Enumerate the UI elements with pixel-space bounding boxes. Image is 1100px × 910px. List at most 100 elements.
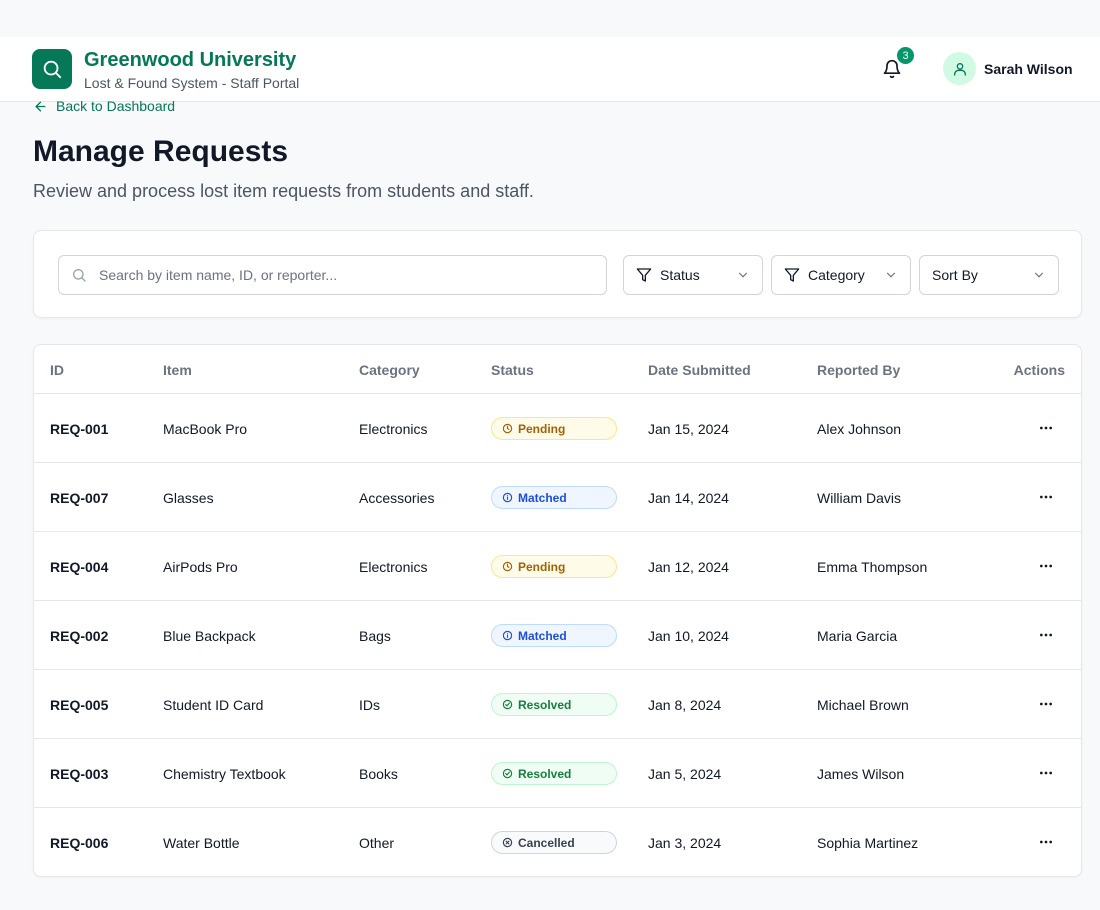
row-actions-button[interactable]	[1034, 692, 1058, 716]
request-id: REQ-004	[50, 559, 109, 575]
requests-table: ID Item Category Status Date Submitted R…	[33, 344, 1082, 877]
search-input[interactable]	[99, 267, 579, 283]
status-badge: Matched	[491, 486, 617, 509]
item-name: Glasses	[163, 490, 214, 506]
chevron-down-icon	[1034, 272, 1044, 278]
status-badge: Resolved	[491, 693, 617, 716]
check-circle-icon	[502, 768, 513, 779]
table-row[interactable]: REQ-006 Water Bottle Other Cancelled Jan 3, …	[34, 808, 1081, 876]
reported-by: James Wilson	[817, 766, 905, 782]
status-filter-dropdown[interactable]: Status	[623, 255, 763, 295]
more-horizontal-icon	[1040, 771, 1052, 775]
more-horizontal-icon	[1040, 840, 1052, 844]
back-link-label: Back to Dashboard	[56, 98, 176, 114]
reported-by: Maria Garcia	[817, 628, 898, 644]
status-badge: Pending	[491, 555, 617, 578]
row-actions-button[interactable]	[1034, 761, 1058, 785]
column-header-category[interactable]: Category	[359, 362, 420, 378]
item-category: Electronics	[359, 421, 428, 437]
table-row[interactable]: REQ-001 MacBook Pro Electronics Pending Jan …	[34, 394, 1081, 463]
notification-badge: 3	[895, 45, 916, 66]
logo[interactable]	[32, 49, 72, 89]
row-actions-button[interactable]	[1034, 554, 1058, 578]
status-label: Pending	[518, 559, 566, 574]
date-submitted: Jan 12, 2024	[648, 559, 729, 575]
status-badge: Pending	[491, 417, 617, 440]
category-filter-label: Category	[808, 267, 865, 283]
filter-bar: Status Category Sort By	[33, 230, 1082, 318]
user-icon	[953, 62, 966, 76]
status-badge: Cancelled	[491, 831, 617, 854]
brand-subtitle: Lost & Found System - Staff Portal	[84, 75, 300, 91]
item-category: Bags	[359, 628, 391, 644]
user-name[interactable]: Sarah Wilson	[984, 61, 1073, 77]
status-label: Matched	[518, 628, 567, 643]
info-icon	[502, 630, 513, 641]
request-id: REQ-001	[50, 421, 109, 437]
chevron-down-icon	[886, 272, 896, 278]
table-row[interactable]: REQ-007 Glasses Accessories Matched Jan 14, …	[34, 463, 1081, 532]
status-label: Cancelled	[518, 835, 575, 850]
reported-by: William Davis	[817, 490, 901, 506]
x-circle-icon	[502, 837, 513, 848]
filter-icon	[784, 268, 800, 282]
table-body: REQ-001 MacBook Pro Electronics Pending Jan …	[34, 394, 1081, 876]
clock-icon	[502, 423, 513, 434]
date-submitted: Jan 15, 2024	[648, 421, 729, 437]
date-submitted: Jan 3, 2024	[648, 835, 722, 851]
sort-by-dropdown[interactable]: Sort By	[919, 255, 1059, 295]
category-filter-dropdown[interactable]: Category	[771, 255, 911, 295]
table-header: ID Item Category Status Date Submitted R…	[34, 345, 1081, 394]
table-row[interactable]: REQ-005 Student ID Card IDs Resolved Jan 8, …	[34, 670, 1081, 739]
app-header: Greenwood University Lost & Found System…	[0, 37, 1100, 102]
date-submitted: Jan 5, 2024	[648, 766, 722, 782]
request-id: REQ-002	[50, 628, 109, 644]
reported-by: Michael Brown	[817, 697, 909, 713]
clock-icon	[502, 561, 513, 572]
column-header-status[interactable]: Status	[491, 362, 534, 378]
brand-title: Greenwood University	[84, 49, 297, 71]
column-header-reported-by[interactable]: Reported By	[817, 362, 900, 378]
check-circle-icon	[502, 699, 513, 710]
status-badge: Matched	[491, 624, 617, 647]
page-description: Review and process lost item requests fr…	[33, 181, 534, 201]
item-name: MacBook Pro	[163, 421, 248, 437]
column-header-date-submitted[interactable]: Date Submitted	[648, 362, 751, 378]
search-icon	[73, 269, 86, 282]
reported-by: Sophia Martinez	[817, 835, 919, 851]
status-label: Resolved	[518, 766, 572, 781]
row-actions-button[interactable]	[1034, 485, 1058, 509]
search-icon	[43, 60, 62, 79]
request-id: REQ-003	[50, 766, 109, 782]
table-row[interactable]: REQ-003 Chemistry Textbook Books Resolved Ja…	[34, 739, 1081, 808]
request-id: REQ-007	[50, 490, 109, 506]
column-header-item[interactable]: Item	[163, 362, 192, 378]
item-name: Water Bottle	[163, 835, 240, 851]
more-horizontal-icon	[1040, 426, 1052, 430]
back-to-dashboard-link[interactable]: Back to Dashboard	[33, 98, 175, 114]
more-horizontal-icon	[1040, 495, 1052, 499]
item-name: Student ID Card	[163, 697, 264, 713]
item-name: Blue Backpack	[163, 628, 256, 644]
status-label: Pending	[518, 421, 566, 436]
date-submitted: Jan 10, 2024	[648, 628, 729, 644]
column-header-id[interactable]: ID	[50, 362, 64, 378]
arrow-left-icon	[35, 101, 46, 111]
reported-by: Emma Thompson	[817, 559, 928, 575]
row-actions-button[interactable]	[1034, 416, 1058, 440]
search-field[interactable]	[58, 255, 607, 295]
status-label: Matched	[518, 490, 567, 505]
item-category: IDs	[359, 697, 380, 713]
column-header-actions: Actions	[1013, 362, 1065, 378]
avatar[interactable]	[943, 52, 976, 85]
more-horizontal-icon	[1040, 564, 1052, 568]
status-badge: Resolved	[491, 762, 617, 785]
item-category: Accessories	[359, 490, 435, 506]
row-actions-button[interactable]	[1034, 623, 1058, 647]
row-actions-button[interactable]	[1034, 830, 1058, 854]
table-row[interactable]: REQ-004 AirPods Pro Electronics Pending Jan …	[34, 532, 1081, 601]
request-id: REQ-005	[50, 697, 109, 713]
filter-icon	[636, 268, 652, 282]
table-row[interactable]: REQ-002 Blue Backpack Bags Matched Jan 10, 2…	[34, 601, 1081, 670]
date-submitted: Jan 8, 2024	[648, 697, 722, 713]
